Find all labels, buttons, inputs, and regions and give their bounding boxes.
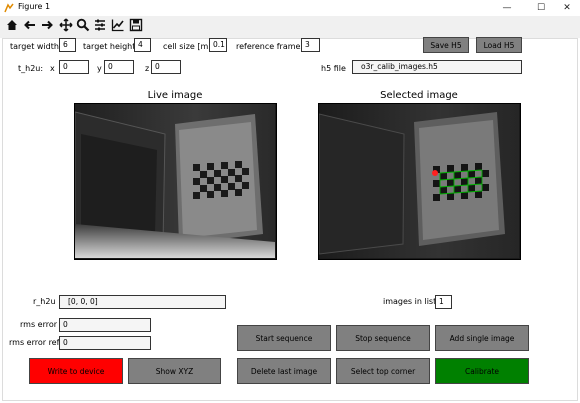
cell-size-field[interactable]: 0.1: [209, 38, 227, 52]
toolbar: [0, 16, 580, 38]
save-icon[interactable]: [128, 18, 144, 34]
r-h2u-label: r_h2u: [33, 297, 56, 306]
delete-last-image-button[interactable]: Delete last image: [237, 358, 331, 384]
r-h2u-field[interactable]: [0, 0, 0]: [59, 295, 226, 309]
rms-error-ref-field[interactable]: 0: [59, 336, 151, 350]
images-in-list-field[interactable]: 1: [435, 295, 452, 309]
target-width-label: target width: [10, 42, 59, 51]
t-h2u-y-label: y: [97, 64, 102, 73]
stop-sequence-button[interactable]: Stop sequence: [336, 325, 430, 351]
t-h2u-z-field[interactable]: 0: [151, 60, 181, 74]
zoom-icon[interactable]: [75, 18, 91, 34]
add-single-image-button[interactable]: Add single image: [435, 325, 529, 351]
t-h2u-z-label: z: [145, 64, 150, 73]
app-icon: [4, 3, 14, 13]
selected-image-title: Selected image: [380, 90, 458, 101]
target-width-field[interactable]: 6: [59, 38, 76, 52]
target-height-field[interactable]: 4: [134, 38, 151, 52]
rms-error-label: rms error: [20, 320, 58, 329]
home-icon[interactable]: [4, 18, 20, 34]
cell-size-label: cell size [m]: [163, 42, 212, 51]
forward-arrow-icon[interactable]: [39, 18, 55, 34]
calibrate-button[interactable]: Calibrate: [435, 358, 529, 384]
t-h2u-y-field[interactable]: 0: [104, 60, 134, 74]
h5-file-field[interactable]: o3r_calib_images.h5: [352, 60, 522, 74]
window-titlebar: Figure 1 — ☐ ✕: [0, 0, 580, 17]
save-h5-button[interactable]: Save H5: [423, 37, 469, 53]
select-top-corner-button[interactable]: Select top corner: [336, 358, 430, 384]
t-h2u-x-field[interactable]: 0: [59, 60, 89, 74]
back-arrow-icon[interactable]: [22, 18, 38, 34]
load-h5-button[interactable]: Load H5: [476, 37, 522, 53]
reference-frames-field[interactable]: 3: [301, 38, 320, 52]
rms-error-ref-label: rms error ref: [9, 338, 60, 347]
configure-subplots-icon[interactable]: [92, 18, 108, 34]
write-to-device-button[interactable]: Write to device: [29, 358, 123, 384]
window-title: Figure 1: [18, 2, 51, 11]
images-in-list-label: images in list: [383, 297, 437, 306]
t-h2u-x-label: x: [50, 64, 55, 73]
h5-file-label: h5 file: [321, 64, 346, 73]
live-image-title: Live image: [147, 90, 203, 101]
t-h2u-label: t_h2u:: [18, 64, 44, 73]
live-image: [74, 103, 277, 260]
close-button[interactable]: ✕: [554, 0, 580, 16]
target-height-label: target height: [83, 42, 136, 51]
pan-icon[interactable]: [58, 18, 74, 34]
edit-axis-icon[interactable]: [110, 18, 126, 34]
reference-frames-label: reference frames: [236, 42, 305, 51]
minimize-button[interactable]: —: [494, 0, 520, 16]
rms-error-field[interactable]: 0: [59, 318, 151, 332]
maximize-button[interactable]: ☐: [528, 0, 554, 16]
start-sequence-button[interactable]: Start sequence: [237, 325, 331, 351]
selected-image: [318, 103, 521, 260]
show-xyz-button[interactable]: Show XYZ: [128, 358, 221, 384]
